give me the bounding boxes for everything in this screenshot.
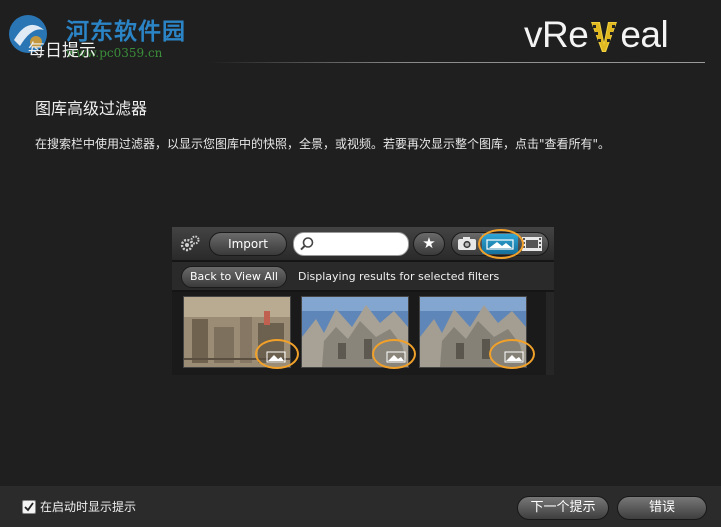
preview-toolbar: Import ★ — [172, 227, 554, 260]
active-filter-highlight — [478, 229, 524, 259]
brand-logo: vRe eal — [524, 14, 669, 56]
tip-body: 在搜索栏中使用过滤器，以显示您图库中的快照，全景，或视频。若要再次显示整个图库，… — [35, 137, 611, 151]
gears-icon — [179, 234, 201, 254]
film-v-logo-icon — [591, 22, 618, 53]
search-field — [293, 232, 409, 256]
import-button: Import — [209, 232, 287, 256]
thumbnail-3-highlight — [489, 339, 535, 369]
next-tip-button[interactable]: 下一个提示 — [517, 496, 609, 520]
tip-preview-image: Import ★ Back to View All Displaying res… — [172, 227, 554, 375]
star-icon: ★ — [413, 232, 445, 256]
filter-status-text: Displaying results for selected filters — [298, 270, 500, 283]
close-button[interactable]: 错误 — [617, 496, 707, 520]
thumbnail-grid — [172, 292, 554, 375]
tip-heading: 图库高级过滤器 — [35, 99, 148, 118]
back-to-view-all-button: Back to View All — [181, 266, 287, 288]
magnifier-icon — [300, 237, 314, 251]
show-on-startup-checkbox[interactable] — [22, 500, 36, 514]
camera-icon — [458, 237, 476, 250]
show-on-startup-label[interactable]: 在启动时显示提示 — [40, 498, 136, 515]
thumbnail-1-highlight — [255, 339, 299, 369]
header-divider — [210, 62, 705, 63]
dialog-header: 河东软件园 www.pc0359.cn 每日提示 vRe eal — [0, 0, 721, 66]
brand-prefix: vRe — [524, 14, 589, 55]
dialog-title: 每日提示 — [28, 41, 96, 61]
thumbnail-scrollbar — [546, 292, 554, 375]
brand-suffix: eal — [620, 14, 669, 55]
checkmark-icon — [24, 502, 34, 512]
thumbnail-2-highlight — [372, 339, 416, 369]
filter-status-bar: Back to View All Displaying results for … — [172, 262, 554, 290]
film-strip-icon — [522, 237, 542, 251]
